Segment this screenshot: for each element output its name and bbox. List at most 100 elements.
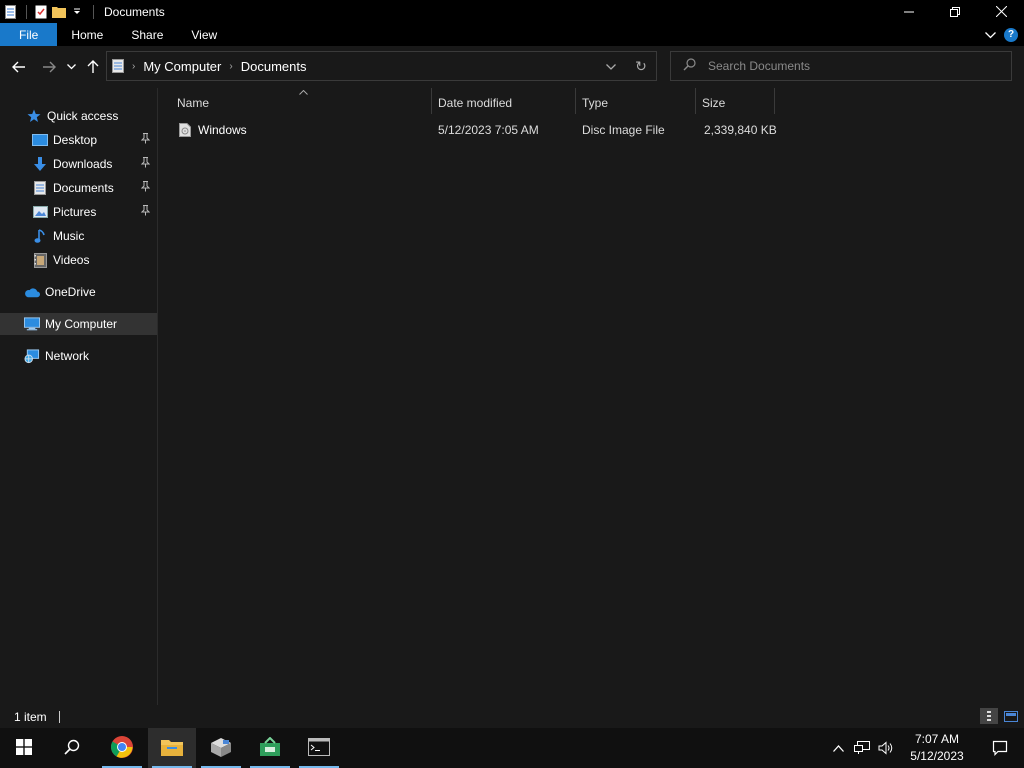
file-type: Disc Image File <box>582 123 665 137</box>
new-folder-icon[interactable] <box>51 4 67 20</box>
view-toggle <box>980 708 1020 724</box>
pin-icon[interactable] <box>140 181 151 195</box>
address-dropdown-icon[interactable] <box>596 59 626 73</box>
cloud-icon <box>24 284 40 300</box>
tab-home[interactable]: Home <box>57 23 117 46</box>
sidebar-item-pictures[interactable]: Pictures <box>0 201 157 223</box>
taskbar-file-explorer[interactable] <box>148 728 196 768</box>
tab-view[interactable]: View <box>177 23 231 46</box>
address-bar-actions: ↻ <box>596 52 656 80</box>
show-hidden-icons-icon[interactable] <box>826 728 850 768</box>
minimize-button[interactable] <box>886 0 932 23</box>
pictures-icon <box>32 204 48 220</box>
sidebar-item-downloads[interactable]: Downloads <box>0 153 157 175</box>
properties-icon[interactable] <box>33 4 49 20</box>
taskbar: 7:07 AM 5/12/2023 <box>0 728 1024 768</box>
app-document-icon <box>2 4 18 20</box>
large-icons-view-icon[interactable] <box>1002 708 1020 724</box>
file-row[interactable]: Windows 5/12/2023 7:05 AM Disc Image Fil… <box>158 119 778 141</box>
expand-ribbon-icon[interactable] <box>985 28 996 42</box>
column-header-name[interactable]: Name <box>177 92 427 114</box>
search-box[interactable] <box>670 51 1012 81</box>
sidebar-item-documents[interactable]: Documents <box>0 177 157 199</box>
help-icon[interactable]: ? <box>1004 27 1018 42</box>
taskbar-green-app[interactable] <box>246 728 294 768</box>
file-name[interactable]: Windows <box>198 119 247 141</box>
status-separator <box>58 710 60 723</box>
column-separator[interactable] <box>431 88 432 114</box>
column-separator[interactable] <box>575 88 576 114</box>
documents-icon <box>32 180 48 196</box>
column-separator[interactable] <box>774 88 775 114</box>
details-view-icon[interactable] <box>980 708 998 724</box>
sidebar-item-quick-access[interactable]: Quick access <box>0 105 157 127</box>
start-button[interactable] <box>0 728 48 768</box>
up-button[interactable] <box>84 57 102 77</box>
maximize-button[interactable] <box>932 0 978 23</box>
column-header-type[interactable]: Type <box>582 92 692 114</box>
search-input[interactable] <box>708 59 988 73</box>
pin-icon[interactable] <box>140 205 151 219</box>
search-icon <box>64 739 80 758</box>
taskbar-chrome[interactable] <box>98 728 146 768</box>
sidebar-item-network[interactable]: Network <box>0 345 157 367</box>
sidebar-item-onedrive[interactable]: OneDrive <box>0 281 157 303</box>
back-button[interactable] <box>10 57 28 77</box>
sidebar-item-label: My Computer <box>45 317 118 331</box>
taskbar-clock[interactable]: 7:07 AM 5/12/2023 <box>898 731 976 765</box>
pin-icon[interactable] <box>140 133 151 147</box>
star-icon <box>26 108 42 124</box>
tab-file[interactable]: File <box>0 23 58 46</box>
sidebar-item-label: Music <box>53 229 85 243</box>
taskbar-terminal[interactable] <box>295 728 343 768</box>
sidebar-item-label: Documents <box>53 181 114 195</box>
file-size: 2,339,840 KB <box>704 123 777 137</box>
tab-share[interactable]: Share <box>117 23 177 46</box>
downloads-icon <box>32 156 48 172</box>
sidebar-item-music[interactable]: Music <box>0 225 157 247</box>
windows-logo-icon <box>16 738 32 758</box>
folder-icon <box>161 738 183 759</box>
customize-toolbar-icon[interactable] <box>69 4 85 20</box>
address-bar[interactable]: › My Computer › Documents ↻ <box>106 51 657 81</box>
volume-icon[interactable] <box>874 728 898 768</box>
clock-time: 7:07 AM <box>914 732 960 746</box>
ribbon-tabs: File Home Share View ? <box>0 23 1024 46</box>
network-status-icon[interactable] <box>850 728 874 768</box>
pin-icon[interactable] <box>140 157 151 171</box>
sidebar-item-label: Desktop <box>53 133 98 147</box>
taskbar-app-installer[interactable] <box>197 728 245 768</box>
file-list: Name Date modified Type Size Windows 5/1… <box>158 88 1024 705</box>
action-center-icon[interactable] <box>976 728 1024 768</box>
search-icon <box>683 58 696 74</box>
column-header-size[interactable]: Size <box>702 92 772 114</box>
sidebar-item-label: Downloads <box>53 157 113 171</box>
refresh-icon[interactable]: ↻ <box>626 58 656 75</box>
sidebar-item-my-computer[interactable]: My Computer <box>0 313 157 335</box>
forward-button[interactable] <box>40 57 58 77</box>
close-button[interactable] <box>978 0 1024 23</box>
sidebar-item-label: Videos <box>53 253 90 267</box>
ribbon-right: ? <box>985 23 1018 46</box>
computer-icon <box>24 316 40 332</box>
taskbar-search-button[interactable] <box>48 728 96 768</box>
sidebar-item-videos[interactable]: Videos <box>0 249 157 271</box>
sidebar-item-desktop[interactable]: Desktop <box>0 129 157 151</box>
sidebar-item-label: OneDrive <box>45 285 96 299</box>
sidebar-item-label: Quick access <box>47 109 119 123</box>
network-icon <box>24 348 40 364</box>
breadcrumb-my-computer[interactable]: My Computer <box>143 59 221 74</box>
breadcrumb-chevron-icon[interactable]: › <box>132 61 135 72</box>
sidebar-item-label: Pictures <box>53 205 97 219</box>
recent-locations-button[interactable] <box>64 57 78 77</box>
breadcrumb-chevron-icon[interactable]: › <box>229 61 232 72</box>
clock-date: 5/12/2023 <box>910 749 964 763</box>
desktop-icon <box>32 132 48 148</box>
column-header-date-modified[interactable]: Date modified <box>438 92 578 114</box>
breadcrumb-documents[interactable]: Documents <box>241 59 307 74</box>
green-app-icon <box>259 736 281 760</box>
disc-image-icon <box>179 119 191 141</box>
column-separator[interactable] <box>695 88 696 114</box>
status-bar: 1 item <box>0 705 1024 728</box>
music-icon <box>32 228 48 244</box>
